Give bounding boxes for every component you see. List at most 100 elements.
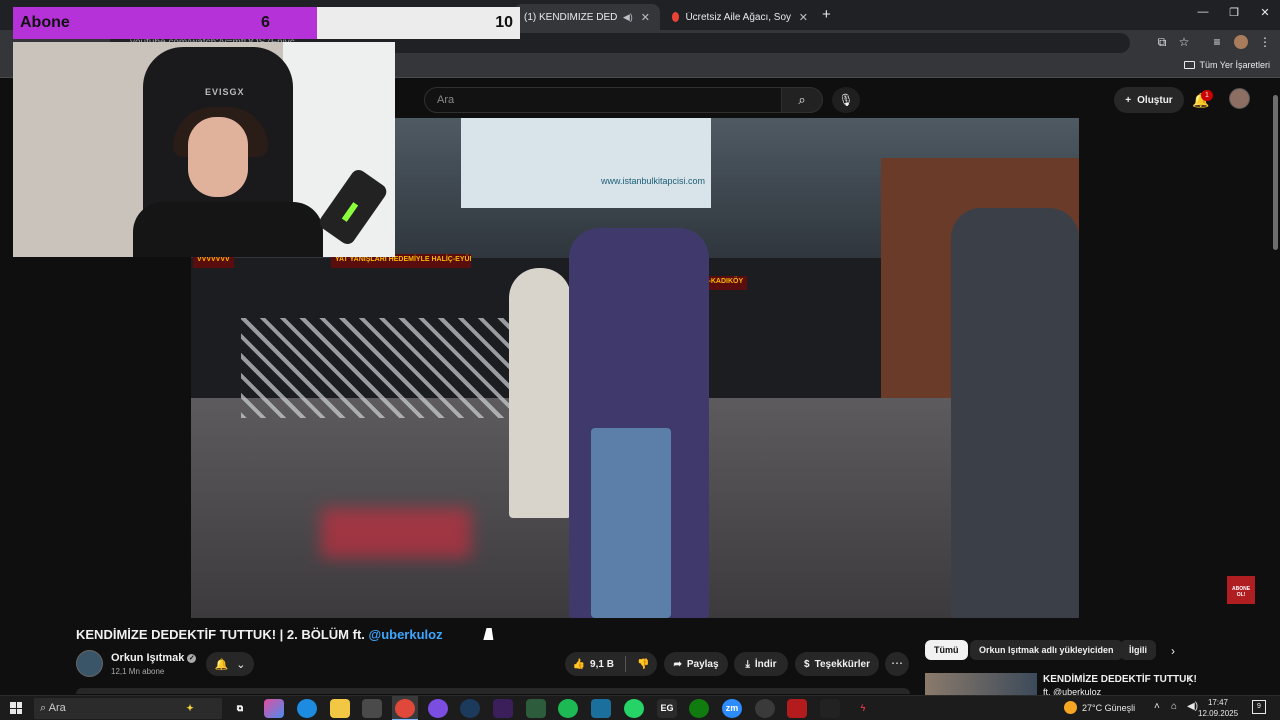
chip-related[interactable]: İlgili [1120,640,1156,660]
share-button[interactable]: ➦ Paylaş [664,652,728,676]
app-red-icon[interactable] [787,699,807,718]
download-button[interactable]: ⤓ İndir [734,652,788,676]
plus-icon: + [1125,94,1132,106]
chrome-icon[interactable] [395,699,415,718]
profile-avatar[interactable] [1234,35,1248,49]
edge-icon[interactable] [297,699,317,718]
new-tab-icon[interactable]: + [822,6,831,23]
task-view-icon[interactable]: ⧉ [230,699,250,718]
media-controls-icon[interactable]: ≡ [1209,35,1225,49]
chevron-down-icon: ⌄ [236,658,246,671]
sun-icon [1064,701,1077,714]
tab-video[interactable]: (1) KENDİMİZE DEDEKTİF T ◀) ✕ [514,4,660,30]
cast-icon[interactable]: ⧉ [1154,35,1170,50]
zoom-icon[interactable]: zm [722,699,742,718]
video-title: KENDİMİZE DEDEKTİF TUTTUK! | 2. BÖLÜM ft… [76,627,443,642]
chip-from-uploader[interactable]: Orkun Işıtmak adlı yükleyiciden [970,640,1123,660]
like-count[interactable]: 9,1 B [590,659,614,670]
system-clock[interactable]: 17:47 12.09.2025 [1198,697,1238,719]
thanks-button[interactable]: $ Teşekkürler [795,652,879,676]
epic-games-icon[interactable]: EG [657,699,677,718]
subscribe-watermark[interactable]: ABONE OL! [1227,576,1255,604]
goal-label: Abone [20,14,70,31]
related-video-title[interactable]: KENDİMİZE DEDEKTİF TUTTUK! [1043,674,1197,685]
bookmark-star-icon[interactable]: ☆ [1176,35,1192,49]
twitch-studio-icon[interactable] [493,699,513,718]
lightning-icon[interactable]: ϟ [853,699,873,718]
bell-icon: 🔔 [214,658,229,671]
weather-text: 27°C Güneşli [1082,702,1136,713]
taskbar-search-placeholder: Ara [48,702,66,714]
close-tab-icon[interactable]: ✕ [799,11,808,24]
windows-taskbar: ⌕ Ara ✦ ⧉ EG zm ϟ 27°C Güneşli ˄ ⌂ ◀) 17… [0,695,1280,720]
scene-red-light [321,508,471,558]
scene-person-white-shirt [509,268,571,518]
download-icon: ⤓ [745,658,750,670]
speaker-icon[interactable]: ◀) [623,12,633,23]
menu-kebab-icon[interactable]: ⋮ [1257,35,1273,49]
tab-family-tree[interactable]: Ücretsiz Aile Ağacı, Soyağacı, A ✕ [662,4,818,30]
search-input[interactable]: Ara [424,87,782,113]
weather-widget[interactable]: 27°C Güneşli [1064,701,1135,714]
search-button[interactable]: ⌕ [781,87,823,113]
copilot-icon[interactable] [264,699,284,718]
notification-center-icon[interactable]: 9 [1252,700,1266,714]
discord-icon[interactable] [428,699,448,718]
divider [624,656,626,672]
cam-face [188,117,248,197]
account-avatar[interactable] [1229,88,1250,109]
sparkle-icon[interactable]: ✦ [180,699,200,718]
share-icon: ➦ [673,658,682,670]
mouse-cursor [483,628,497,640]
thumbs-down-icon[interactable]: 👎 [637,659,649,670]
thumbs-up-icon[interactable]: 👍 [573,659,585,670]
notification-badge: 1 [1201,90,1213,101]
close-window-icon[interactable]: ✕ [1255,6,1275,19]
scene-storefront-sign [461,118,711,208]
network-icon[interactable]: ⌂ [1171,701,1177,712]
goal-current: 6 [261,14,270,31]
restore-icon[interactable]: ❐ [1224,6,1244,19]
title-mention-link[interactable]: @uberkuloz [369,627,443,642]
windows-start-icon[interactable] [10,702,22,714]
whatsapp-icon[interactable] [624,699,644,718]
notification-bell-button[interactable]: 🔔 ⌄ [206,652,254,676]
chevron-right-icon[interactable]: › [1171,644,1175,658]
xbox-icon[interactable] [689,699,709,718]
volume-icon[interactable]: ◀) [1187,701,1198,712]
minimize-icon[interactable]: — [1193,6,1213,18]
channel-name[interactable]: Orkun Işıtmak ✓ [111,652,197,664]
voice-search-button[interactable]: 🎙 [832,87,860,113]
scene-turnstiles [241,318,521,418]
thanks-icon: $ [804,658,810,670]
steam-icon[interactable] [460,699,480,718]
search-icon: ⌕ [798,92,806,107]
close-tab-icon[interactable]: ✕ [641,11,650,24]
cam-body [133,202,323,257]
steam-alt-icon[interactable] [591,699,611,718]
more-actions-button[interactable]: ⋯ [885,652,909,676]
app-icon[interactable] [526,699,546,718]
download-label: İndir [754,658,777,670]
related-video-thumbnail[interactable] [925,673,1037,695]
store-icon[interactable] [362,699,382,718]
tray-chevron-icon[interactable]: ˄ [1154,701,1160,712]
file-explorer-icon[interactable] [330,699,350,718]
all-bookmarks[interactable]: Tüm Yer İşaretleri [1184,60,1270,70]
description-box[interactable] [76,688,910,694]
create-button[interactable]: + Oluştur [1114,87,1184,113]
scrollbar-thumb[interactable] [1273,95,1278,250]
related-menu-icon[interactable]: ⋮ [1184,673,1196,687]
like-dislike-group: 👍 9,1 B 👎 [565,652,657,676]
capcut-icon[interactable] [820,699,840,718]
chip-all[interactable]: Tümü [925,640,968,660]
verified-icon: ✓ [187,653,197,663]
channel-avatar[interactable] [76,650,103,677]
share-label: Paylaş [686,658,719,670]
goal-target: 10 [495,14,513,31]
folder-icon [1184,61,1196,69]
obs-icon[interactable] [755,699,775,718]
spotify-icon[interactable] [558,699,578,718]
channel-name-text: Orkun Işıtmak [111,652,185,664]
subscriber-goal-bar: Abone 6 10 [13,7,520,39]
